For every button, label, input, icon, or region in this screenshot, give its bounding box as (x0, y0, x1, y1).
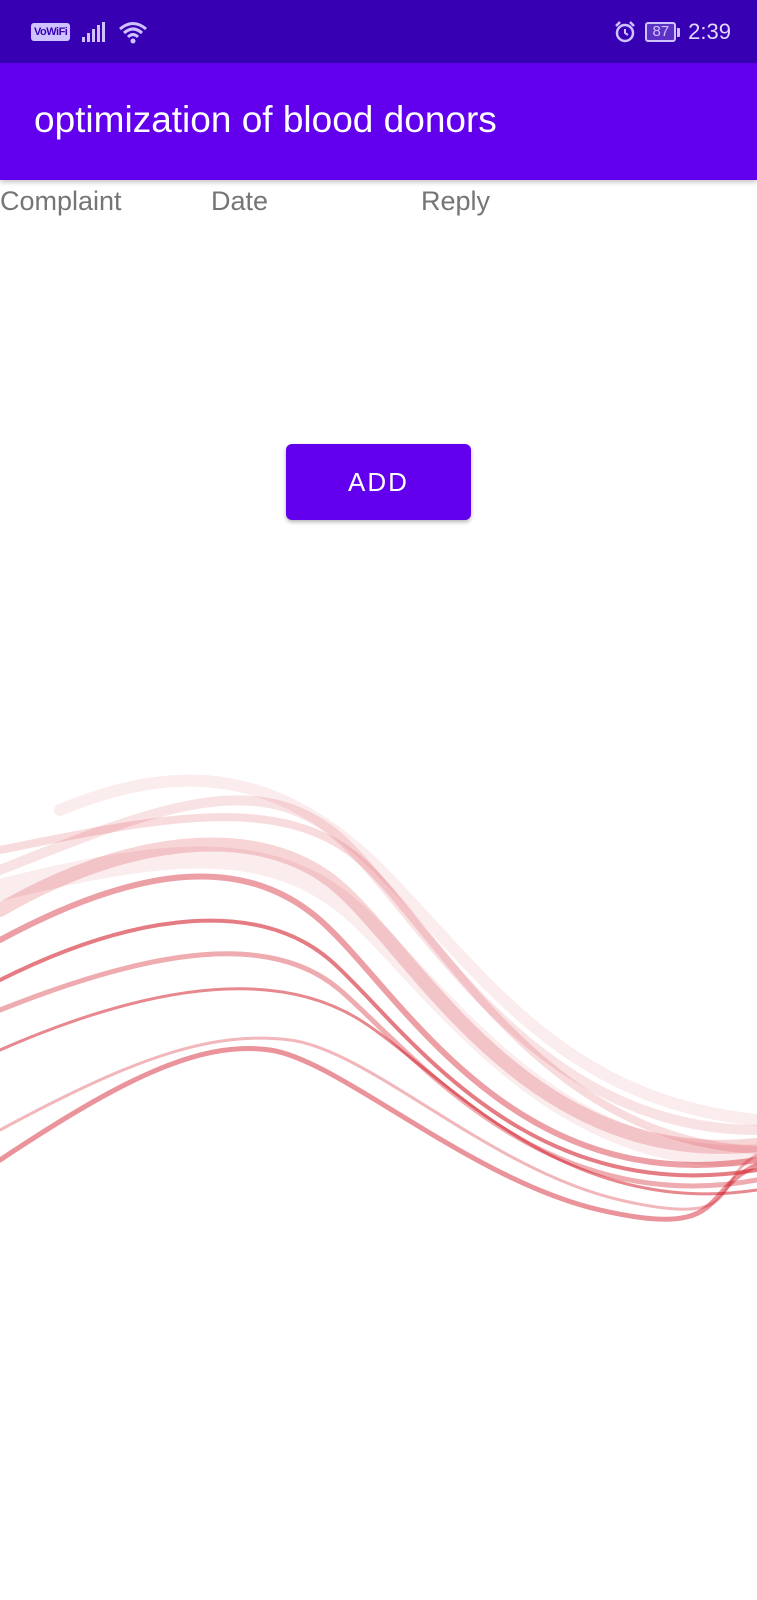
app-bar: optimization of blood donors (0, 63, 757, 180)
battery-level: 87 (645, 22, 677, 42)
app-title: optimization of blood donors (34, 99, 497, 140)
status-bar: VoWiFi 87 2:39 (0, 0, 757, 63)
battery-tip (677, 27, 681, 37)
status-left-group: VoWiFi (31, 18, 148, 46)
wifi-icon (119, 22, 148, 44)
vowifi-badge: VoWiFi (31, 23, 71, 41)
red-wave-decoration (0, 774, 757, 1222)
status-right-group: 87 2:39 (613, 15, 731, 49)
signal-bars-icon (82, 22, 106, 42)
status-time: 2:39 (688, 19, 731, 44)
column-header-complaint: Complaint (0, 186, 122, 216)
add-button[interactable]: ADD (286, 444, 471, 520)
battery-icon: 87 (645, 22, 681, 42)
column-header-reply: Reply (421, 186, 491, 216)
column-header-date: Date (211, 186, 269, 216)
alarm-icon (615, 21, 636, 43)
